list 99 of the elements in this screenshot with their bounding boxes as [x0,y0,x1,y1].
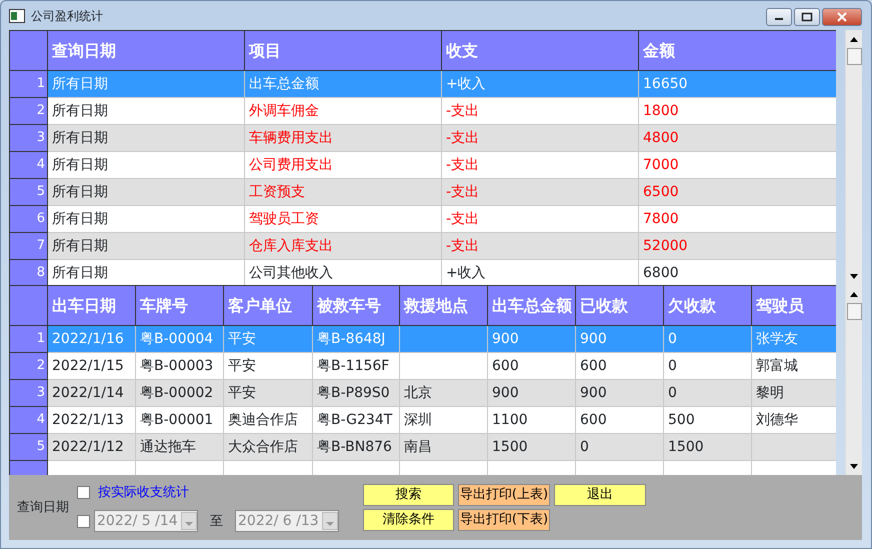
column-header: 驾驶员 [752,286,836,326]
row-number: 8 [10,260,48,285]
row-number: 5 [10,178,48,206]
maximize-button[interactable] [794,8,820,26]
minimize-button[interactable] [766,8,792,26]
table-cell: 52000 [638,232,836,260]
table-cell: 6500 [638,178,836,206]
row-number: 1 [10,70,48,98]
row-number: 4 [10,152,48,178]
scrollbar[interactable] [845,30,862,285]
table-cell: 张学友 [752,326,836,352]
table-cell: 900 [488,326,576,352]
action-button[interactable]: 搜索 [363,484,454,506]
table-cell: 1500 [664,434,752,460]
close-button[interactable] [822,8,862,26]
action-button[interactable]: 清除条件 [363,509,454,531]
scrollbar[interactable] [845,285,862,475]
table-cell: 南昌 [400,434,488,460]
table-cell: 仓库入库支出 [244,232,442,260]
date-label: 查询日期 [17,498,69,517]
table-cell: 16650 [638,70,836,98]
table-cell: 2022/1/16 [48,326,136,352]
table-cell: 黎明 [752,380,836,406]
checkbox[interactable] [77,514,90,528]
up-arrow-icon[interactable] [850,292,858,296]
row-number: 2 [10,98,48,124]
table-cell: 0 [664,380,752,406]
table-cell: +收入 [442,70,638,98]
scroll-thumb[interactable] [846,303,862,320]
table-cell: 2022/1/14 [48,380,136,406]
table-cell: -支出 [442,178,638,206]
row-number: 3 [10,124,48,152]
checkbox-label[interactable]: 按实际收支统计 [98,482,189,502]
down-arrow-icon[interactable] [850,274,858,278]
table-cell: 北京 [400,380,488,406]
column-header: 出车总金额 [488,286,576,326]
action-button[interactable]: 导出打印(下表) [458,509,550,531]
table-row[interactable]: 3 2022/1/14 粤B-00002 平安 粤B-P89S0 北京 900 900 0 黎明 [10,380,836,406]
table-cell: 0 [664,326,752,352]
table-cell: 粤B-P89S0 [312,380,400,406]
scroll-thumb[interactable] [846,48,862,65]
table-row[interactable]: 7 所有日期 仓库入库支出 -支出 52000 [10,232,836,260]
table-cell: 大众合作店 [224,434,312,460]
table-cell: 所有日期 [48,70,244,98]
table-cell: 出车总金额 [244,70,442,98]
action-button[interactable]: 退出 [554,484,646,506]
table-cell: -支出 [442,232,638,260]
row-number: 1 [10,326,48,352]
table-cell: 粤B-BN876 [312,434,400,460]
row-number: 7 [10,232,48,260]
action-button[interactable]: 导出打印(上表) [458,484,550,506]
row-number: 2 [10,352,48,380]
table-cell: 粤B-00004 [136,326,224,352]
table-cell: 车辆费用支出 [244,124,442,152]
row-number: 5 [10,434,48,460]
table-row[interactable]: 3 所有日期 车辆费用支出 -支出 4800 [10,124,836,152]
down-arrow-icon[interactable] [850,464,858,468]
table-row[interactable]: 5 所有日期 工资预支 -支出 6500 [10,178,836,206]
column-header: 救援地点 [400,286,488,326]
table-cell: 1500 [488,434,576,460]
table-cell: 4800 [638,124,836,152]
table-cell: 2022/1/12 [48,434,136,460]
column-header: 金额 [638,30,836,70]
up-arrow-icon[interactable] [850,36,858,42]
column-header: 出车日期 [48,286,136,326]
table-cell: 粤B-00002 [136,380,224,406]
column-header: 被救车号 [312,286,400,326]
column-header: 项目 [244,30,442,70]
column-header: 收支 [442,30,638,70]
table-cell: 所有日期 [48,178,244,206]
column-header: 客户单位 [224,286,312,326]
maximize-icon [801,12,813,22]
table-cell: 900 [488,380,576,406]
to-label: 至 [210,512,223,530]
window-icon [9,8,25,22]
window-title: 公司盈利统计 [31,8,103,24]
row-number: 6 [10,206,48,232]
close-icon [836,12,848,22]
table-cell: 0 [576,434,664,460]
table-row[interactable]: 5 2022/1/12 通达拖车 大众合作店 粤B-BN876 南昌 1500 0 1500 [10,434,836,460]
table-cell: 工资预支 [244,178,442,206]
table-cell: 所有日期 [48,232,244,260]
table-cell: 所有日期 [48,124,244,152]
column-header: 车牌号 [136,286,224,326]
table-cell: 平安 [224,326,312,352]
checkbox[interactable] [77,486,90,499]
table-cell: 900 [576,326,664,352]
table-cell: 通达拖车 [136,434,224,460]
corner-cell [10,30,48,70]
table-cell: -支出 [442,124,638,152]
table-cell: 平安 [224,380,312,406]
row-number: 4 [10,406,48,434]
table-cell: 粤B-8648J [312,326,400,352]
corner-cell [10,286,48,326]
column-header: 欠收款 [664,286,752,326]
column-header: 已收款 [576,286,664,326]
column-header: 查询日期 [48,30,244,70]
table-cell: 900 [576,380,664,406]
row-number: 3 [10,380,48,406]
